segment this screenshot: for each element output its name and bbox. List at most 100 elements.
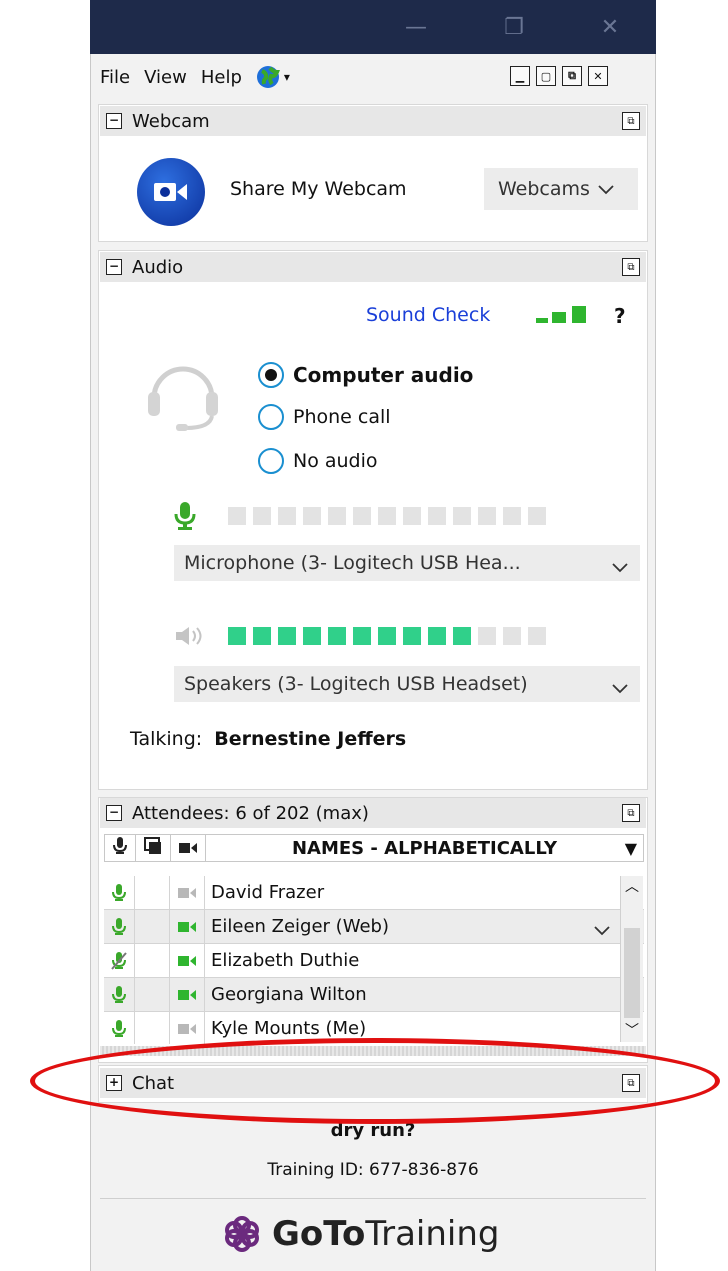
audio-option-none[interactable]: No audio [258,448,378,474]
camera-on-icon [170,978,205,1011]
microphone-icon[interactable] [104,978,135,1011]
speaker-level-segment [353,627,371,645]
audio-option-computer[interactable]: Computer audio [258,362,473,388]
attendee-name[interactable]: David Frazer [205,882,644,903]
mic-column-icon[interactable] [104,834,136,862]
mic-level-segment [278,507,296,525]
attendee-row[interactable]: Eileen Zeiger (Web) [104,910,644,944]
annotation-ellipse [30,1038,720,1124]
chevron-down-icon [598,178,614,200]
chevron-down-icon [612,556,628,578]
panel-maximize-button[interactable]: ▢ [536,66,556,86]
speaker-level-segment [278,627,296,645]
camera-on-icon [170,910,205,943]
scrollbar-thumb[interactable] [624,928,640,1018]
attendees-table: NAMES - ALPHABETICALLY ▼ [104,834,644,862]
attendee-row[interactable]: David Frazer [104,876,644,910]
webcam-icon[interactable] [137,158,205,226]
scroll-down-arrow[interactable]: ﹀ [621,1020,643,1042]
collapse-webcam-button[interactable]: − [106,113,122,129]
attendee-row[interactable]: Georgiana Wilton [104,978,644,1012]
computer-audio-radio[interactable] [258,362,284,388]
speaker-level-segment [503,627,521,645]
mic-level-segment [328,507,346,525]
audio-help-icon[interactable]: ? [614,304,626,328]
attendees-title: Attendees: 6 of 202 (max) [132,802,369,824]
mic-level-segment [353,507,371,525]
globe-icon[interactable]: ▾ [256,65,304,89]
speakers-dropdown-label: Speakers (3- Logitech USB Headset) [184,673,528,695]
collapse-attendees-button[interactable]: − [106,805,122,821]
window-titlebar [90,0,656,54]
mic-level-segment [453,507,471,525]
attendees-list[interactable]: David Frazer Eileen Zeiger (Web) Elizabeth… [104,876,644,1044]
close-button[interactable]: ✕ [580,0,640,54]
screen-cell [135,1012,170,1044]
attendees-scrollbar[interactable]: ︿ ﹀ [620,876,643,1042]
attendee-row[interactable]: Elizabeth Duthie [104,944,644,978]
audio-option-phone[interactable]: Phone call [258,404,391,430]
audio-header: − Audio ⧉ [100,252,646,282]
speaker-level-segment [253,627,271,645]
panel-minimize-button[interactable]: ▁ [510,66,530,86]
menu-view[interactable]: View [144,67,187,88]
gototraining-flower-icon [225,1216,259,1252]
panel-close-button[interactable]: ✕ [588,66,608,86]
panel-window-controls: ▁ ▢ ⧉ ✕ [510,66,608,86]
microphone-icon [172,502,198,534]
menu-help[interactable]: Help [201,67,242,88]
screen-column-icon[interactable] [135,834,171,862]
attendee-name[interactable]: Eileen Zeiger (Web) [205,916,644,937]
speaker-icon [176,625,210,651]
speaker-level-segment [528,627,546,645]
phone-call-label: Phone call [293,406,391,428]
webcam-header: − Webcam ⧉ [100,106,646,136]
mic-level-segment [378,507,396,525]
sound-check-link[interactable]: Sound Check [366,304,490,326]
mic-level-segment [228,507,246,525]
camera-off-icon [170,876,205,909]
attendee-name[interactable]: Elizabeth Duthie [205,950,644,971]
signal-strength-icon [536,306,588,330]
menu-file[interactable]: File [100,67,130,88]
restore-button[interactable]: ❐ [484,0,544,54]
attendee-name[interactable]: Kyle Mounts (Me) [205,1018,644,1039]
scroll-up-arrow[interactable]: ︿ [621,876,643,898]
muted-microphone-icon[interactable] [104,944,135,977]
speaker-level-segment [378,627,396,645]
collapse-audio-button[interactable]: − [106,259,122,275]
camera-column-icon[interactable] [170,834,206,862]
microphone-icon[interactable] [104,910,135,943]
talking-name: Bernestine Jeffers [214,728,407,750]
panel-popout-button[interactable]: ⧉ [562,66,582,86]
audio-popout-button[interactable]: ⧉ [622,258,640,276]
mic-level-segment [528,507,546,525]
speaker-level-segment [228,627,246,645]
mic-level-segment [428,507,446,525]
share-webcam-label[interactable]: Share My Webcam [230,178,407,200]
webcams-dropdown[interactable]: Webcams [484,168,638,210]
attendee-name[interactable]: Georgiana Wilton [205,984,644,1005]
no-audio-radio[interactable] [258,448,284,474]
chevron-down-icon[interactable] [594,920,610,941]
camera-on-icon [170,944,205,977]
attendees-popout-button[interactable]: ⧉ [622,804,640,822]
no-audio-label: No audio [293,450,378,472]
mic-level-segment [303,507,321,525]
names-column-label: NAMES - ALPHABETICALLY [291,837,558,859]
speaker-level-segment [428,627,446,645]
attendees-table-header: NAMES - ALPHABETICALLY ▼ [104,834,644,862]
webcam-popout-button[interactable]: ⧉ [622,112,640,130]
microphone-icon[interactable] [104,1012,135,1044]
footer-divider [100,1198,646,1199]
speakers-dropdown[interactable]: Speakers (3- Logitech USB Headset) [174,666,640,702]
sort-dropdown-icon[interactable]: ▼ [625,839,637,858]
microphone-dropdown[interactable]: Microphone (3- Logitech USB Hea... [174,545,640,581]
mic-level-segment [478,507,496,525]
brand-training: Training [365,1214,500,1254]
microphone-icon[interactable] [104,876,135,909]
mic-level-segment [403,507,421,525]
names-column-header[interactable]: NAMES - ALPHABETICALLY ▼ [205,834,644,862]
phone-call-radio[interactable] [258,404,284,430]
minimize-button[interactable]: — [386,0,446,54]
